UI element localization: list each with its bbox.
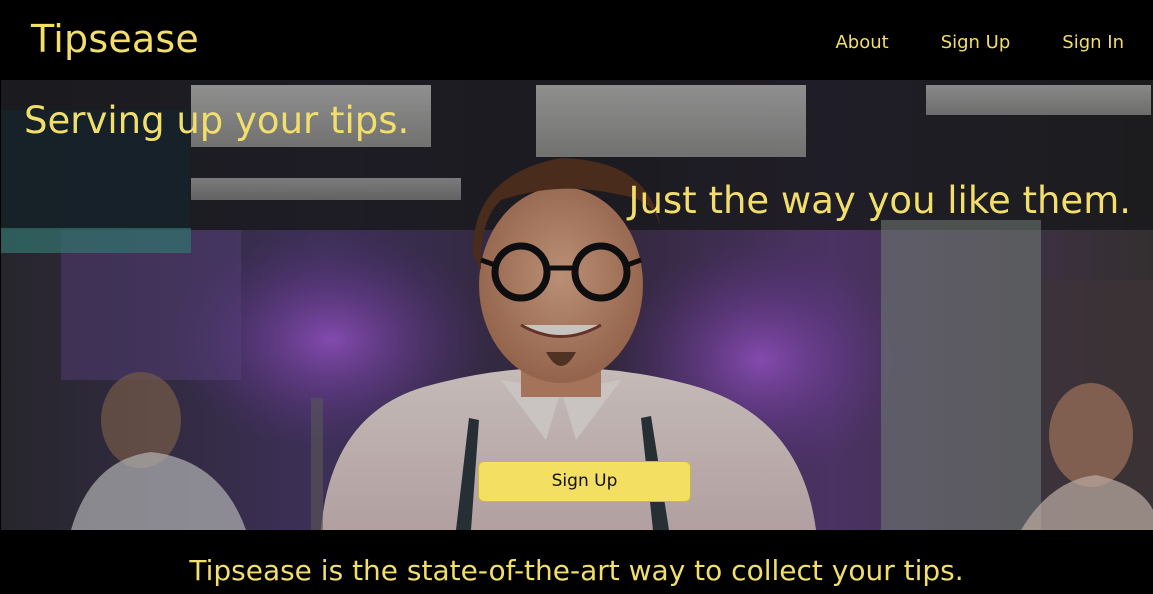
nav-links: About Sign Up Sign In	[835, 30, 1124, 56]
nav-about-link[interactable]: About	[835, 30, 888, 56]
nav-sign-up-link[interactable]: Sign Up	[941, 30, 1011, 56]
top-navbar: Tipsease About Sign Up Sign In	[0, 0, 1153, 80]
hero-headline: Serving up your tips.	[24, 99, 410, 142]
hero-section: Serving up your tips. Just the way you l…	[1, 80, 1153, 530]
hero-subline: Just the way you like them.	[628, 179, 1131, 222]
hero-sign-up-button[interactable]: Sign Up	[478, 461, 691, 502]
nav-sign-in-link[interactable]: Sign In	[1062, 30, 1124, 56]
brand-logo[interactable]: Tipsease	[31, 16, 199, 62]
tagline-text: Tipsease is the state-of-the-art way to …	[189, 554, 964, 587]
landing-page: Tipsease About Sign Up Sign In Serving u…	[0, 0, 1153, 594]
tagline-band: Tipsease is the state-of-the-art way to …	[0, 530, 1153, 594]
